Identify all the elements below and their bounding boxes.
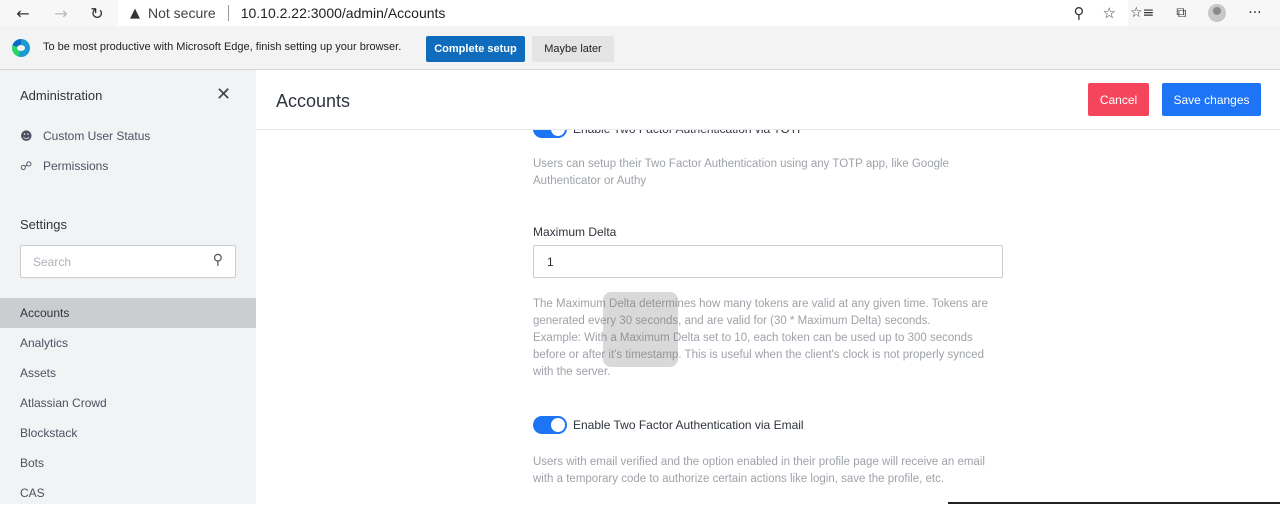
- close-icon[interactable]: ✕: [216, 84, 231, 105]
- infobar-message: To be most productive with Microsoft Edg…: [43, 41, 402, 53]
- max-delta-label: Maximum Delta: [533, 225, 617, 239]
- sidebar-link-custom-user-status[interactable]: ☻ Custom User Status: [20, 129, 150, 143]
- sidebar-item-assets[interactable]: Assets: [0, 358, 256, 388]
- settings-list: Accounts Analytics Assets Atlassian Crow…: [0, 298, 256, 508]
- cancel-button[interactable]: Cancel: [1088, 83, 1149, 116]
- sidebar-link-label: Custom User Status: [43, 129, 151, 143]
- back-button[interactable]: ←: [8, 0, 38, 26]
- refresh-button[interactable]: ↻: [82, 0, 112, 26]
- favorite-star-icon[interactable]: ☆: [1103, 4, 1116, 22]
- edge-setup-infobar: To be most productive with Microsoft Edg…: [0, 26, 1280, 70]
- forward-button[interactable]: →: [46, 0, 76, 26]
- email-2fa-toggle-label: Enable Two Factor Authentication via Ema…: [573, 418, 804, 432]
- url-text: 10.10.2.22:3000/admin/Accounts: [240, 5, 446, 21]
- sidebar-link-permissions[interactable]: ☍ Permissions: [20, 159, 108, 173]
- person-icon: ☻: [20, 129, 33, 143]
- profile-avatar-icon[interactable]: [1208, 4, 1227, 22]
- warning-icon: ▲: [130, 5, 140, 21]
- sidebar-item-analytics[interactable]: Analytics: [0, 328, 256, 358]
- sidebar-title: Administration: [20, 88, 103, 103]
- totp-hint: Users can setup their Two Factor Authent…: [533, 158, 949, 187]
- address-bar[interactable]: ▲ Not secure 10.10.2.22:3000/admin/Accou…: [118, 0, 1128, 26]
- page-header: Accounts Cancel Save changes: [256, 70, 1280, 130]
- max-delta-input[interactable]: [533, 245, 1003, 278]
- save-changes-button[interactable]: Save changes: [1162, 83, 1261, 116]
- sidebar-item-blockstack[interactable]: Blockstack: [0, 418, 256, 448]
- page-title: Accounts: [276, 91, 351, 111]
- email-2fa-toggle[interactable]: [533, 416, 567, 434]
- main-panel: Accounts Cancel Save changes Enable Two …: [256, 70, 1280, 504]
- complete-setup-button[interactable]: Complete setup: [426, 36, 525, 62]
- search-icon[interactable]: ⚲: [213, 252, 223, 268]
- lock-icon: ☍: [20, 159, 33, 173]
- maybe-later-button[interactable]: Maybe later: [532, 36, 614, 62]
- admin-sidebar: Administration ✕ ☻ Custom User Status ☍ …: [0, 70, 256, 504]
- edge-logo-icon: [12, 39, 30, 57]
- search-input[interactable]: [21, 246, 201, 277]
- collections-icon[interactable]: ⧉: [1176, 5, 1186, 21]
- email-2fa-hint: Users with email verified and the option…: [533, 456, 985, 485]
- key-icon[interactable]: ⚲: [1074, 4, 1085, 22]
- sidebar-item-bots[interactable]: Bots: [0, 448, 256, 478]
- sidebar-item-accounts[interactable]: Accounts: [0, 298, 256, 328]
- security-label: Not secure: [148, 5, 216, 21]
- pause-overlay: [603, 292, 678, 367]
- settings-heading: Settings: [20, 217, 67, 232]
- sidebar-item-atlassian-crowd[interactable]: Atlassian Crowd: [0, 388, 256, 418]
- more-menu-icon[interactable]: ···: [1248, 5, 1261, 21]
- settings-search: ⚲: [20, 245, 236, 278]
- sidebar-link-label: Permissions: [43, 159, 109, 173]
- address-divider: [227, 5, 229, 21]
- browser-toolbar: ← → ↻ ▲ Not secure 10.10.2.22:3000/admin…: [0, 0, 1280, 26]
- favorites-list-icon[interactable]: ☆≡: [1130, 5, 1154, 21]
